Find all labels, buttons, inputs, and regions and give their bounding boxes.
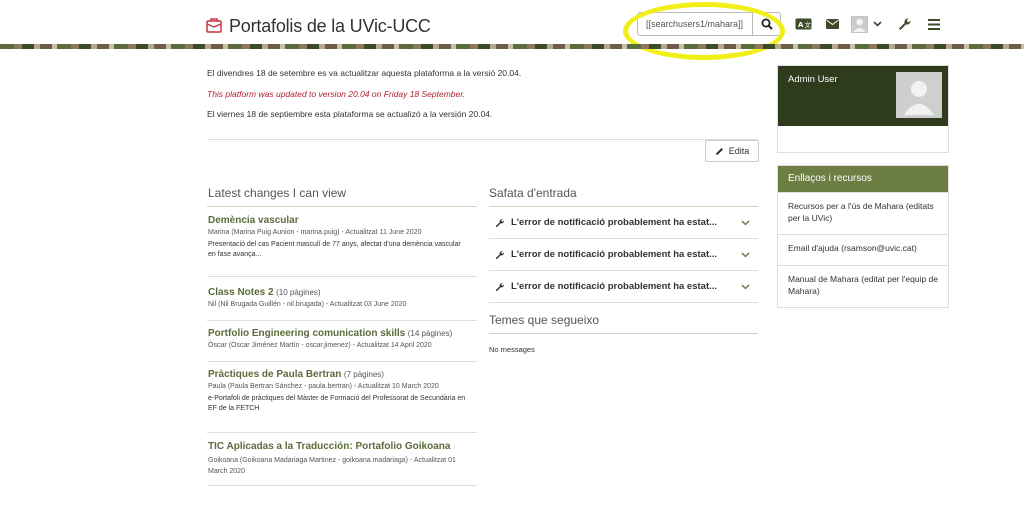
view-title-link[interactable]: TIC Aplicadas a la Traducción: Portafoli…	[208, 441, 450, 452]
wrench-icon[interactable]	[897, 15, 913, 33]
user-profile-box: Admin User	[777, 65, 949, 153]
topics-heading: Temes que segueixo	[489, 313, 600, 327]
site-title[interactable]: Portafolis de la UVic-UCC	[229, 16, 431, 37]
svg-text:A: A	[798, 21, 804, 29]
inbox-message[interactable]: L'error de notificació probablement ha e…	[489, 239, 758, 271]
inbox-message[interactable]: L'error de notificació probablement ha e…	[489, 207, 758, 239]
inbox-message-subject: L'error de notificació probablement ha e…	[511, 249, 718, 260]
latest-changes-heading: Latest changes I can view	[208, 186, 347, 200]
site-header: Portafolis de la UVic-UCC A 文	[0, 0, 1024, 60]
list-separator	[207, 432, 477, 433]
menu-icon[interactable]	[927, 15, 941, 33]
view-description: Presentació del cas Pacient masculí de 7…	[208, 241, 461, 258]
view-description: e-Portafoli de pràctiques del Màster de …	[208, 395, 466, 412]
view-meta: Paula (Paula Bertran Sánchez - paula.ber…	[208, 383, 439, 390]
links-heading: Enllaços i recursos	[778, 166, 948, 192]
user-avatar-icon[interactable]	[850, 15, 868, 33]
edit-button[interactable]: Edita	[705, 140, 759, 162]
header-stripe	[0, 44, 1024, 49]
help-email-link[interactable]: Email d'ajuda (rsamson@uvic.cat)	[778, 234, 948, 265]
chevron-down-icon[interactable]	[741, 251, 750, 258]
user-avatar-icon	[897, 73, 941, 117]
list-item: Portfolio Engineering comunication skill…	[208, 328, 476, 349]
list-item: Pràctiques de Paula Bertran (7 pàgines) …	[208, 369, 476, 414]
inbox-heading: Safata d'entrada	[489, 186, 577, 200]
view-meta: Òscar (Òscar Jiménez Martín - oscar.jime…	[208, 342, 432, 349]
list-item: Demència vascular Marina (Marina Puig Au…	[208, 215, 476, 260]
view-title-link[interactable]: Demència vascular	[208, 215, 299, 226]
wrench-icon	[495, 250, 504, 259]
chevron-down-icon[interactable]	[741, 283, 750, 290]
list-item: Class Notes 2 (10 pàgines) Nil (Nil Brug…	[208, 287, 476, 308]
view-meta: Goikoana (Goikoana Madariaga Martinez - …	[208, 457, 456, 475]
content-divider	[207, 139, 758, 140]
notice-english: This platform was updated to version 20.…	[207, 89, 466, 99]
pencil-icon	[715, 147, 723, 155]
view-meta: Marina (Marina Puig Aunion - marina.puig…	[208, 229, 422, 236]
logo-icon[interactable]	[206, 17, 222, 33]
view-meta: Nil (Nil Brugada Guillén - nil.brugada) …	[208, 301, 407, 308]
wrench-icon	[495, 282, 504, 291]
user-profile-header: Admin User	[778, 66, 948, 126]
user-name-link[interactable]: Admin User	[788, 74, 838, 85]
mail-icon[interactable]	[825, 15, 839, 33]
yellow-highlight-annotation	[623, 2, 785, 60]
edit-label: Edita	[728, 146, 750, 156]
translate-icon[interactable]: A 文	[794, 15, 812, 33]
chevron-down-icon[interactable]	[741, 219, 750, 226]
inbox-message-subject: L'error de notificació probablement ha e…	[511, 281, 718, 292]
inbox-message-subject: L'error de notificació probablement ha e…	[511, 217, 718, 228]
view-title-link[interactable]: Pràctiques de Paula Bertran	[208, 369, 341, 380]
list-separator	[207, 320, 477, 321]
list-item: TIC Aplicadas a la Traducción: Portafoli…	[208, 441, 476, 477]
notice-catalan: El divendres 18 de setembre es va actual…	[207, 68, 522, 78]
links-resources-box: Enllaços i recursos Recursos per a l'ús …	[777, 165, 949, 308]
view-title-link[interactable]: Portfolio Engineering comunication skill…	[208, 328, 405, 339]
list-separator	[207, 485, 477, 486]
view-page-count: (14 pàgines)	[407, 329, 453, 338]
view-page-count: (7 pàgines)	[343, 370, 384, 379]
svg-text:文: 文	[804, 20, 811, 29]
avatar[interactable]	[896, 72, 942, 118]
latest-changes-rule	[207, 206, 477, 207]
topics-rule	[489, 333, 758, 334]
chevron-down-icon[interactable]	[872, 15, 882, 33]
wrench-icon	[495, 218, 504, 227]
notice-spanish: El viernes 18 de septiembre esta platafo…	[207, 109, 493, 119]
view-page-count: (10 pàgines)	[276, 288, 321, 297]
manual-link[interactable]: Manual de Mahara (editat per l'equip de …	[778, 265, 948, 307]
resource-link[interactable]: Recursos per a l'ús de Mahara (editats p…	[778, 192, 948, 234]
list-separator	[207, 276, 477, 277]
view-title-link[interactable]: Class Notes 2	[208, 287, 274, 298]
inbox-message[interactable]: L'error de notificació probablement ha e…	[489, 271, 758, 303]
list-separator	[207, 361, 477, 362]
topics-empty-text: No messages	[489, 345, 535, 354]
